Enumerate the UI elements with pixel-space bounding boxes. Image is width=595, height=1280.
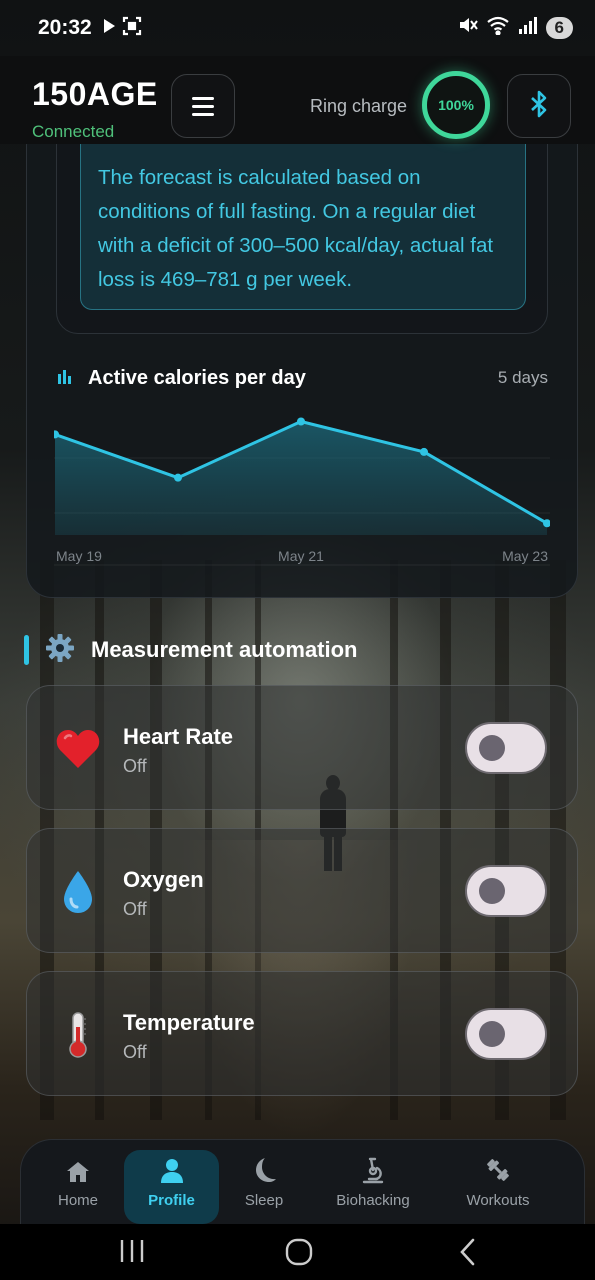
app-title: 150AGE [32, 76, 158, 112]
status-time: 20:32 [38, 16, 92, 39]
automation-label: Temperature [123, 1010, 255, 1035]
data-point [297, 417, 305, 426]
automation-status: Off [123, 899, 147, 919]
ring-charge-indicator: 100% [422, 71, 490, 139]
mute-icon [458, 15, 478, 41]
toggle-knob [479, 1021, 505, 1047]
bluetooth-icon [529, 90, 549, 123]
menu-button[interactable] [171, 74, 235, 138]
menu-icon-bar [192, 96, 214, 100]
chart-title: Active calories per day [88, 366, 306, 389]
microscope-icon [361, 1150, 385, 1184]
nav-label: Home [57, 1192, 98, 1209]
series-area [55, 421, 547, 535]
nav-label: Profile [148, 1192, 195, 1209]
thermometer-icon [55, 1010, 101, 1060]
home-icon [65, 1150, 91, 1184]
ring-charge-label: Ring charge [310, 96, 408, 116]
x-tick-label: May 23 [502, 548, 548, 564]
gear-icon [45, 633, 75, 668]
ring-charge-value: 100% [438, 97, 474, 113]
status-bar: 20:32 6 [0, 0, 595, 56]
connection-status: Connected [32, 122, 115, 141]
toggle-knob [479, 735, 505, 761]
automation-status: Off [123, 1042, 147, 1062]
heart-icon [55, 724, 101, 774]
app-header: 150AGE Connected Ring charge 100% [0, 56, 595, 144]
automation-section-header: Measurement automation [24, 632, 358, 668]
x-tick-label: May 19 [56, 548, 102, 564]
automation-row-heart-rate: Heart Rate Off [26, 685, 578, 810]
chart-range: 5 days [497, 368, 548, 387]
bar-chart-icon [56, 368, 74, 389]
profile-icon [160, 1150, 184, 1184]
automation-label: Oxygen [123, 867, 204, 892]
x-tick-label: May 21 [278, 548, 324, 564]
temperature-toggle[interactable] [465, 1008, 547, 1060]
recent-apps-icon[interactable] [119, 1238, 145, 1269]
chart-header: Active calories per day 5 days [56, 364, 548, 392]
dumbbell-icon [484, 1150, 512, 1184]
bottom-nav: Home Profile Sleep Biohacking Workouts [20, 1139, 585, 1229]
section-title: Measurement automation [91, 637, 358, 662]
toggle-knob [479, 878, 505, 904]
wifi-icon [486, 15, 510, 41]
menu-icon-bar [192, 112, 214, 116]
screenshot-icon [122, 16, 142, 41]
nav-item-biohacking[interactable]: Biohacking [321, 1150, 425, 1224]
data-point [174, 473, 182, 482]
section-accent-bar [24, 635, 29, 665]
nav-item-workouts[interactable]: Workouts [451, 1150, 545, 1224]
system-nav-bar [0, 1224, 595, 1280]
automation-row-temperature: Temperature Off [26, 971, 578, 1096]
signal-icon [518, 16, 538, 40]
bluetooth-button[interactable] [507, 74, 571, 138]
nav-item-sleep[interactable]: Sleep [221, 1150, 307, 1224]
heart-rate-toggle[interactable] [465, 722, 547, 774]
nav-label: Workouts [466, 1192, 530, 1209]
nav-item-home[interactable]: Home [35, 1150, 121, 1224]
nav-item-profile[interactable]: Profile [124, 1150, 219, 1224]
menu-icon-bar [192, 104, 214, 108]
automation-status: Off [123, 756, 147, 776]
home-button-icon[interactable] [285, 1238, 313, 1271]
calories-chart: May 19 May 21 May 23 [54, 417, 550, 566]
moon-icon [251, 1150, 277, 1184]
back-icon[interactable] [458, 1238, 476, 1271]
play-icon [102, 16, 116, 40]
data-point [420, 447, 428, 456]
droplet-icon [55, 867, 101, 917]
automation-row-oxygen: Oxygen Off [26, 828, 578, 953]
nav-label: Sleep [244, 1192, 284, 1209]
notification-badge: 6 [545, 17, 573, 39]
nav-label: Biohacking [336, 1192, 410, 1209]
oxygen-toggle[interactable] [465, 865, 547, 917]
automation-label: Heart Rate [123, 724, 234, 749]
